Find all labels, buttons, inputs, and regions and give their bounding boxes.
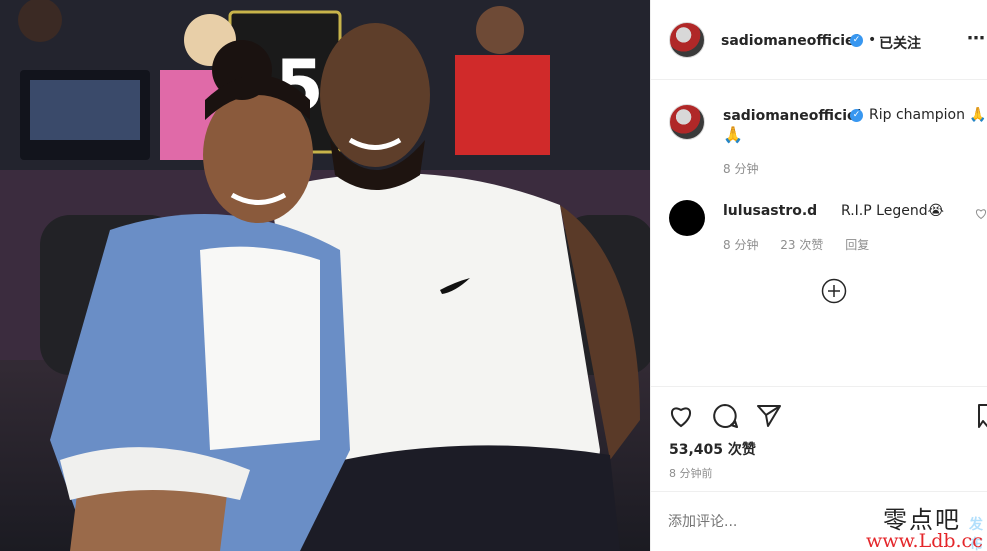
comment-timestamp[interactable]: 8 分钟 — [723, 238, 758, 252]
caption-text: Rip champion 🙏 — [869, 107, 987, 123]
verified-icon: ✓ — [850, 34, 863, 47]
comment-icon[interactable] — [712, 403, 738, 429]
caption-timestamp[interactable]: 8 分钟 — [723, 160, 758, 177]
caption-avatar[interactable] — [669, 104, 705, 140]
comment-meta: 8 分钟 23 次赞 回复 — [723, 236, 887, 253]
comment-likes-count[interactable]: 23 次赞 — [780, 238, 823, 252]
comment-reply-button[interactable]: 回复 — [845, 238, 869, 252]
commenter-avatar[interactable] — [669, 200, 705, 236]
more-options-icon[interactable]: ⋯ — [967, 28, 986, 49]
following-button[interactable]: 已关注 — [879, 33, 921, 53]
load-more-comments-icon[interactable] — [821, 278, 847, 304]
photo-illustration: 5 — [0, 0, 650, 551]
share-icon[interactable] — [756, 403, 782, 429]
author-username[interactable]: sadiomaneofficiel — [721, 33, 859, 49]
post-header: sadiomaneofficiel ✓ • 已关注 ⋯ — [651, 0, 987, 80]
comment-like-icon[interactable] — [975, 208, 987, 220]
watermark-url: www.Ldb.cc — [866, 530, 983, 551]
post-timestamp[interactable]: 8 分钟前 — [669, 465, 713, 481]
post-side-panel: sadiomaneofficiel ✓ • 已关注 ⋯ sadiomaneoff… — [650, 0, 987, 551]
follow-separator: • — [868, 32, 877, 48]
likes-count[interactable]: 53,405 次赞 — [669, 439, 756, 459]
add-comment-input[interactable] — [668, 514, 858, 530]
caption-text-line2: 🙏 — [723, 125, 743, 144]
commenter-username[interactable]: lulusastro.d — [723, 203, 817, 219]
like-icon[interactable] — [668, 403, 694, 429]
verified-icon: ✓ — [850, 109, 863, 122]
comment-text: R.I.P Legend😭 — [841, 203, 944, 219]
save-icon[interactable] — [976, 403, 987, 429]
caption-username[interactable]: sadiomaneofficiel — [723, 108, 861, 124]
author-avatar[interactable] — [669, 22, 705, 58]
post-photo[interactable]: 5 — [0, 0, 650, 551]
